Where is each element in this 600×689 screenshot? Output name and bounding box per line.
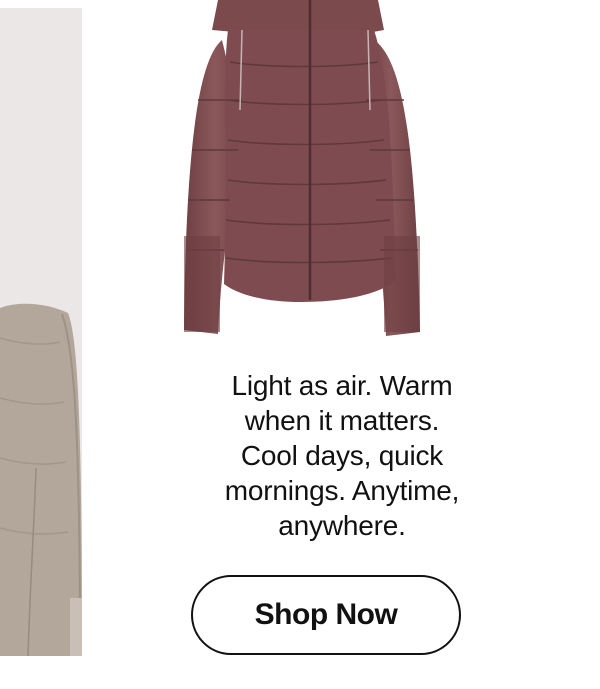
puffer-jacket-icon (184, 0, 420, 336)
tagline-line: mornings. Anytime, (224, 475, 460, 506)
model-wearing-jacket-icon (0, 8, 82, 656)
product-image (178, 0, 478, 345)
tagline-line: when it matters. (244, 405, 440, 436)
shop-now-button[interactable]: Shop Now (191, 575, 461, 655)
tagline-line: Light as air. Warm (231, 370, 453, 401)
product-tagline: Light as air. Warm when it matters. Cool… (177, 368, 507, 543)
left-model-photo (0, 8, 82, 656)
tagline-line: Cool days, quick (240, 440, 444, 471)
tagline-line: anywhere. (278, 510, 406, 541)
